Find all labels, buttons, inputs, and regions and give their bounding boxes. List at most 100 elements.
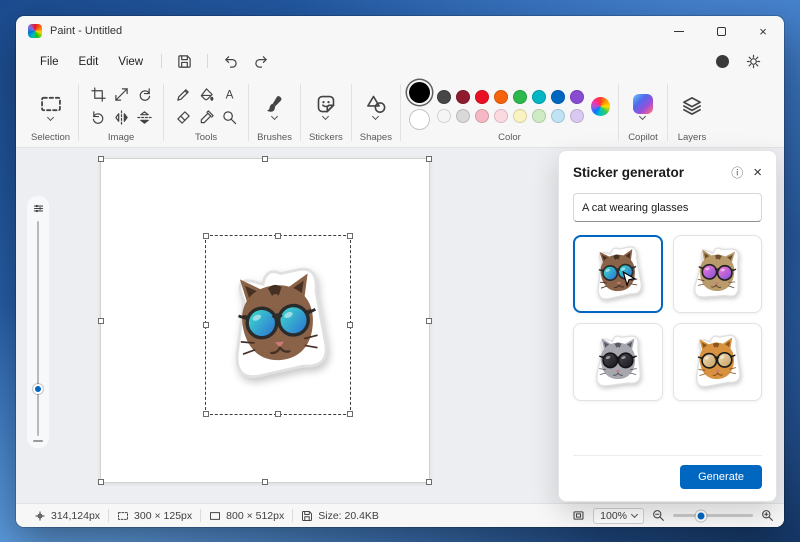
secondary-color-swatch[interactable] [409,109,430,130]
primary-color-swatch[interactable] [409,82,430,103]
redo-button[interactable] [247,51,276,72]
zoom-slider-thumb[interactable] [696,510,707,521]
zoom-level-dropdown[interactable]: 100% [593,508,644,524]
canvas-resize-handle[interactable] [426,318,432,324]
sticker-thumbnail-tabby-cat-teal-sunglasses[interactable] [573,235,663,313]
color-swatch[interactable] [570,90,584,104]
selection-resize-handle[interactable] [203,411,209,417]
sticker-thumbnail-orange-tabby-rim-glasses[interactable] [673,323,763,401]
canvas-resize-handle[interactable] [98,156,104,162]
zoom-out-button[interactable] [652,509,665,522]
canvas-resize-handle[interactable] [262,156,268,162]
shapes-button[interactable] [360,92,392,121]
canvas-size-icon [209,510,221,522]
color-swatch[interactable] [551,90,565,104]
info-icon[interactable]: ⓘ [731,164,743,181]
menu-divider [161,54,162,68]
color-swatch[interactable] [494,109,508,123]
canvas-resize-handle[interactable] [262,479,268,485]
menu-file[interactable]: File [30,52,69,72]
generate-button[interactable]: Generate [680,465,762,489]
sticker-selection[interactable] [205,235,351,415]
color-swatch[interactable] [437,90,451,104]
ribbon-group-brushes: Brushes [252,80,297,145]
maximize-button[interactable] [700,16,742,46]
selection-resize-handle[interactable] [275,233,281,239]
color-swatch[interactable] [456,109,470,123]
resize-button[interactable] [110,84,132,106]
selection-resize-handle[interactable] [203,322,209,328]
sticker-generator-panel: Sticker generator ⓘ × Generate [558,150,777,502]
file-size-icon [301,510,313,522]
selection-resize-handle[interactable] [275,411,281,417]
color-swatch[interactable] [513,109,527,123]
color-swatch[interactable] [513,90,527,104]
zoom-in-button[interactable] [761,509,774,522]
menu-view[interactable]: View [108,52,153,72]
menubar: FileEditView [16,46,784,76]
color-swatch[interactable] [570,109,584,123]
flip-vertical-button[interactable] [133,107,155,129]
color-swatch[interactable] [456,90,470,104]
save-button[interactable] [170,51,199,72]
slider-options-icon [32,202,45,215]
crop-button[interactable] [87,84,109,106]
settings-gear-icon[interactable] [739,51,768,72]
menu-edit[interactable]: Edit [69,52,109,72]
minimize-button[interactable] [658,16,700,46]
canvas-resize-handle[interactable] [426,479,432,485]
color-swatch[interactable] [437,109,451,123]
sticker-thumbnail-gray-cat-round-glasses[interactable] [573,323,663,401]
color-wheel-button[interactable] [591,97,610,116]
vertical-slider-track[interactable] [37,221,39,436]
close-button[interactable]: × [742,16,784,46]
canvas-resize-handle[interactable] [98,479,104,485]
pencil-icon [176,87,191,102]
minimize-icon [674,31,684,32]
color-swatch[interactable] [532,90,546,104]
group-label-shapes: Shapes [360,132,392,145]
color-swatch[interactable] [475,109,489,123]
vertical-zoom-slider[interactable] [27,196,49,448]
copilot-button[interactable] [627,92,659,121]
canvas-resize-handle[interactable] [98,318,104,324]
account-icon[interactable] [716,55,729,68]
brushes-button[interactable] [259,92,291,121]
chevron-down-icon [322,112,329,119]
color-swatch[interactable] [551,109,565,123]
group-label-color: Color [498,132,521,145]
eraser-button[interactable] [172,107,194,129]
rotate-right-button[interactable] [133,84,155,106]
stickers-button[interactable] [310,92,342,121]
color-swatch[interactable] [532,109,546,123]
selection-size-status: 300 × 125px [109,510,200,522]
selection-resize-handle[interactable] [203,233,209,239]
rotate-left-button[interactable] [87,107,109,129]
sticker-thumbnail-tan-cat-pink-sunglasses[interactable] [673,235,763,313]
selection-resize-handle[interactable] [347,322,353,328]
fill-bucket-button[interactable] [195,84,217,106]
ribbon-group-tools: A Tools [167,80,245,145]
vertical-slider-thumb[interactable] [33,384,43,394]
selection-resize-handle[interactable] [347,233,353,239]
sticker-prompt-input[interactable] [573,193,762,222]
color-swatch[interactable] [494,90,508,104]
selection-tool-button[interactable] [34,91,68,122]
flip-vertical-icon [137,110,152,125]
color-swatch[interactable] [475,90,489,104]
paint-app-icon [28,24,42,38]
pencil-button[interactable] [172,84,194,106]
color-picker-button[interactable] [195,107,217,129]
undo-button[interactable] [216,51,245,72]
fit-to-window-button[interactable] [572,509,585,522]
titlebar: Paint - Untitled × [16,16,784,46]
zoom-slider[interactable] [673,514,753,517]
drawing-canvas[interactable] [100,158,430,483]
canvas-resize-handle[interactable] [426,156,432,162]
text-button[interactable]: A [218,84,240,106]
layers-button[interactable] [676,94,708,118]
selection-resize-handle[interactable] [347,411,353,417]
flip-horizontal-button[interactable] [110,107,132,129]
panel-close-icon[interactable]: × [753,165,762,180]
magnifier-button[interactable] [218,107,240,129]
